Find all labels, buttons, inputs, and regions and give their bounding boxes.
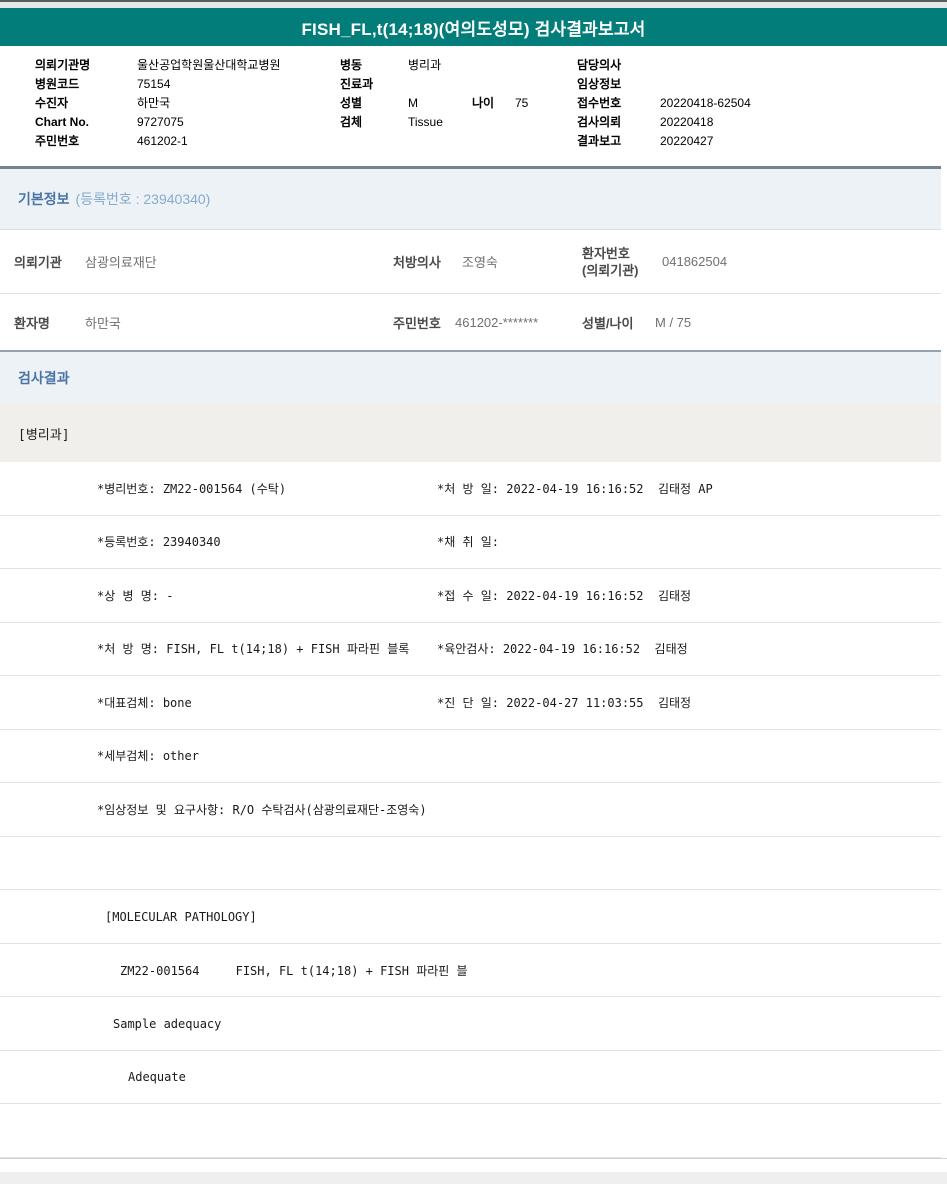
field-label-test-request-date: 검사의뢰: [577, 113, 621, 131]
field-value-receipt-no: 20220418-62504: [660, 94, 751, 112]
department-name: [병리과]: [18, 424, 70, 443]
result-row-pathology-no: *병리번호: ZM22-001564 (수탁) *처 방 일: 2022-04-…: [0, 462, 941, 516]
field-label-ward: 병동: [340, 56, 362, 74]
patient-info-row-2: 환자명 하만국 주민번호 461202-******* 성별/나이 M / 75: [0, 294, 941, 350]
basic-info-section-header: 기본정보 (등록번호 : 23940340): [0, 166, 941, 230]
label-patient-no-org: 환자번호(의뢰기관): [582, 230, 639, 293]
field-value-specimen: Tissue: [408, 113, 443, 131]
result-row-registration-no: *등록번호: 23940340 *채 취 일:: [0, 516, 941, 570]
field-label-department: 진료과: [340, 75, 373, 93]
value-prescribing-doctor: 조영숙: [462, 230, 498, 293]
test-results-section-header: 검사결과: [0, 350, 941, 404]
field-value-ward: 병리과: [408, 56, 441, 74]
value-patient-no-org: 041862504: [662, 230, 727, 293]
field-label-sex: 성별: [340, 94, 362, 112]
result-row-empty-2: [0, 1104, 941, 1158]
footer-gray-strip: [0, 1172, 947, 1184]
result-row-empty-1: [0, 837, 941, 891]
field-label-result-report-date: 결과보고: [577, 132, 621, 150]
field-value-sex: M: [408, 94, 418, 112]
field-label-age: 나이: [472, 94, 494, 112]
footer-divider: [0, 1158, 947, 1159]
field-label-chart-no: Chart No.: [35, 113, 89, 131]
report-title: FISH_FL,t(14;18)(여의도성모) 검사결과보고서: [301, 15, 645, 40]
value-sex-age: M / 75: [655, 294, 691, 350]
field-label-requesting-org: 의뢰기관명: [35, 56, 90, 74]
field-value-age: 75: [515, 94, 528, 112]
field-value-hospital-code: 75154: [137, 75, 170, 93]
result-row-order-name: *처 방 명: FISH, FL t(14;18) + FISH 파라핀 블록 …: [0, 623, 941, 677]
value-resident-registration-no: 461202-*******: [455, 294, 538, 350]
result-rows: *병리번호: ZM22-001564 (수탁) *처 방 일: 2022-04-…: [0, 462, 941, 1158]
field-value-result-report-date: 20220427: [660, 132, 713, 150]
field-label-resident-no: 주민번호: [35, 132, 79, 150]
value-requesting-org: 삼광의료재단: [85, 230, 157, 293]
result-row-molecular-pathology: [MOLECULAR PATHOLOGY]: [0, 890, 941, 944]
field-label-specimen: 검체: [340, 113, 362, 131]
result-row-diagnosis-name: *상 병 명: - *접 수 일: 2022-04-19 16:16:52 김태…: [0, 569, 941, 623]
basic-info-registration-no: (등록번호 : 23940340): [76, 189, 211, 209]
field-value-test-request-date: 20220418: [660, 113, 713, 131]
result-row-representative-specimen: *대표검체: bone *진 단 일: 2022-04-27 11:03:55 …: [0, 676, 941, 730]
label-prescribing-doctor: 처방의사: [393, 230, 441, 293]
field-value-requesting-org: 울산공업학원울산대학교병원: [137, 56, 281, 74]
field-value-examinee: 하만국: [137, 94, 170, 112]
field-value-resident-no: 461202-1: [137, 132, 188, 150]
label-requesting-org: 의뢰기관: [14, 230, 62, 293]
header-info-table: 의뢰기관명 울산공업학원울산대학교병원 병원코드 75154 수진자 하만국 C…: [0, 55, 947, 166]
field-label-examinee: 수진자: [35, 94, 68, 112]
field-label-hospital-code: 병원코드: [35, 75, 79, 93]
result-row-adequate: Adequate: [0, 1051, 941, 1105]
result-row-detail-specimen: *세부검체: other: [0, 730, 941, 784]
result-row-case-order: ZM22-001564 FISH, FL t(14;18) + FISH 파라핀…: [0, 944, 941, 998]
field-label-clinical-info: 임상정보: [577, 75, 621, 93]
label-resident-registration-no: 주민번호: [393, 294, 441, 350]
label-sex-age: 성별/나이: [582, 294, 633, 350]
patient-info-row-1: 의뢰기관 삼광의료재단 처방의사 조영숙 환자번호(의뢰기관) 04186250…: [0, 230, 941, 294]
basic-info-title: 기본정보: [18, 189, 70, 209]
test-results-title: 검사결과: [18, 368, 70, 388]
label-patient-name: 환자명: [14, 294, 50, 350]
report-page: FISH_FL,t(14;18)(여의도성모) 검사결과보고서 의뢰기관명 울산…: [0, 0, 947, 1184]
field-value-chart-no: 9727075: [137, 113, 184, 131]
result-row-clinical-info-request: *임상정보 및 요구사항: R/O 수탁검사(삼광의료재단-조영숙): [0, 783, 941, 837]
value-patient-name: 하만국: [85, 294, 121, 350]
department-row: [병리과]: [0, 404, 941, 462]
field-label-receipt-no: 접수번호: [577, 94, 621, 112]
report-title-bar: FISH_FL,t(14;18)(여의도성모) 검사결과보고서: [0, 8, 947, 46]
result-row-sample-adequacy: Sample adequacy: [0, 997, 941, 1051]
field-label-doctor-in-charge: 담당의사: [577, 56, 621, 74]
